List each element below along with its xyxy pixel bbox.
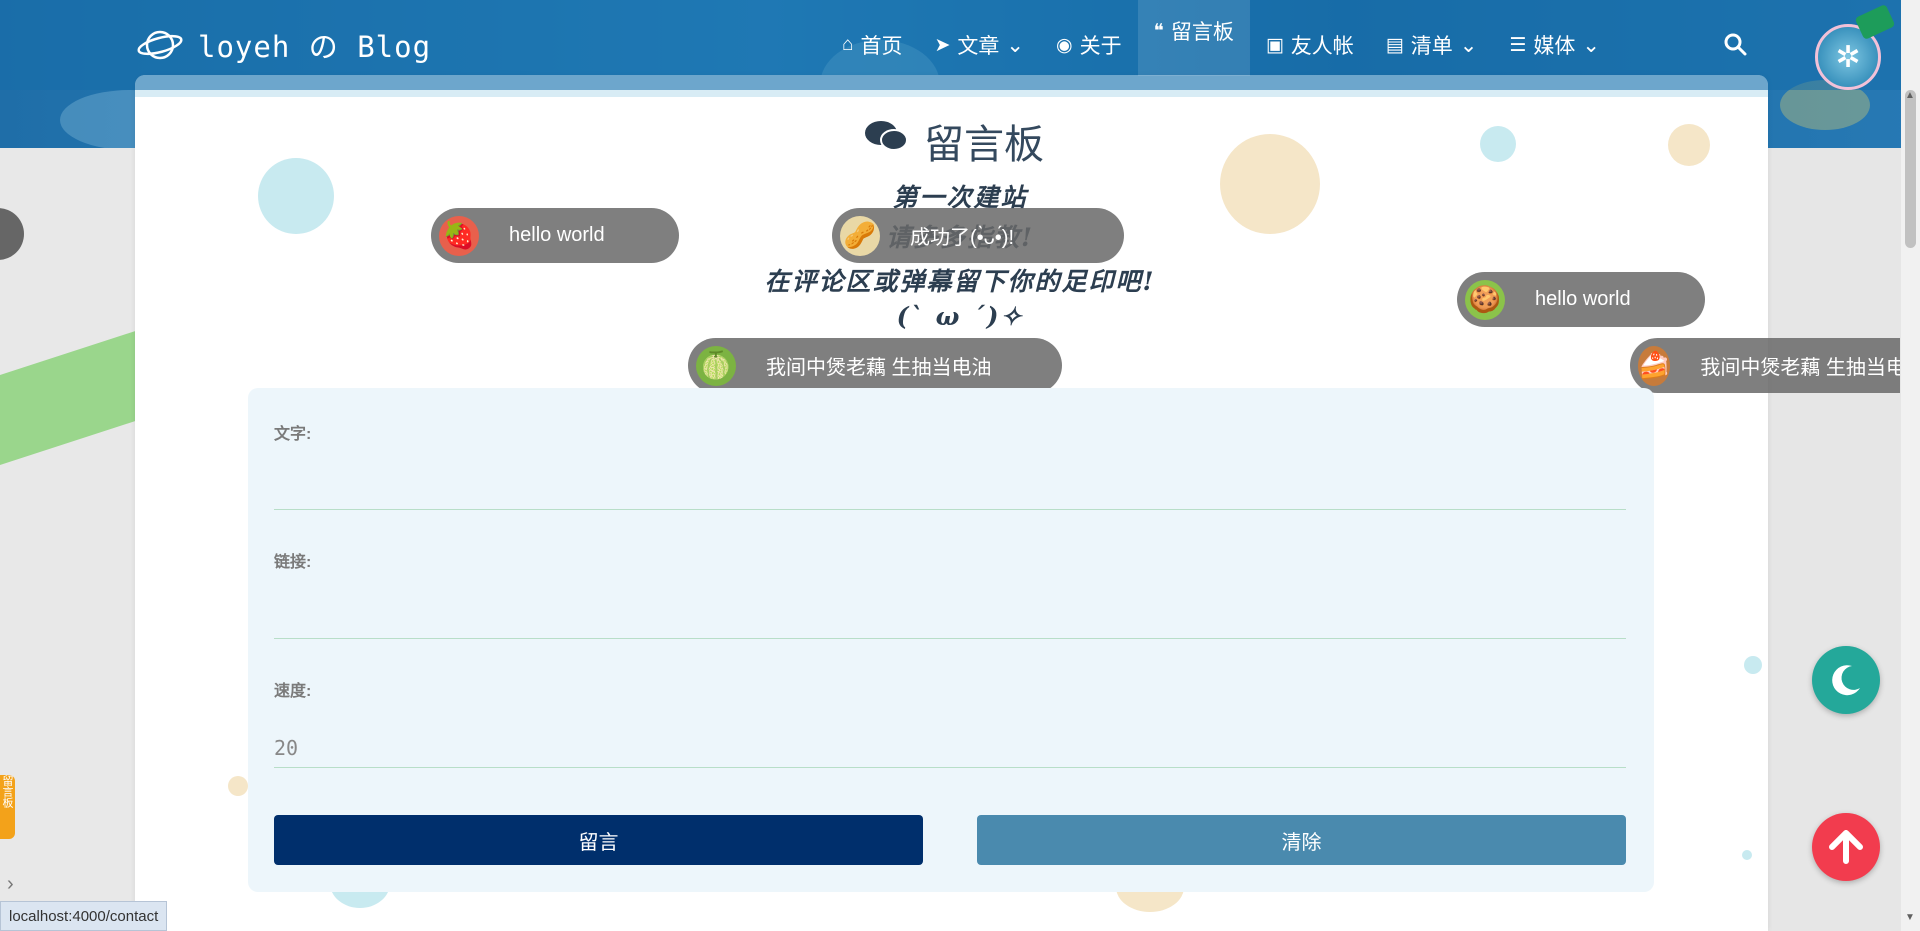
speed-field-label: 速度: [274,683,312,700]
chevron-down-icon: ⌄ [1006,33,1025,57]
submit-button[interactable]: 留言 [274,815,923,865]
page-title: 留言板 [864,112,1044,170]
status-bar-url: localhost:4000/contact [0,901,168,931]
list-icon: ☰ [1509,34,1527,56]
nav-item-media[interactable]: ☰ 媒体 ⌄ [1493,28,1616,62]
flower-decoration [1744,656,1762,674]
moon-icon [1832,665,1860,696]
scrollbar-thumb[interactable] [1905,90,1916,248]
nav-item-label: 首页 [860,35,903,58]
brand-link[interactable]: loyeh の Blog [136,24,431,66]
scroll-up-arrow-icon[interactable]: ▲ [1905,90,1915,101]
text-field-label: 文字: [274,426,312,443]
link-input[interactable] [274,599,1626,639]
macaron-icon: 🍪 [1465,279,1505,320]
nav-item-label: 关于 [1079,35,1122,58]
flower-decoration [1742,850,1752,860]
nav-menu: ⌂ 首页 ➤ 文章 ⌄ ◉ 关于 ❝ 留言板 ▣ 友人帐 ▤ 清单 ⌄ ☰ 媒体… [826,0,1616,76]
search-icon[interactable] [1723,32,1747,63]
user-circle-icon: ◉ [1056,34,1073,56]
id-card-icon: ▤ [1385,34,1404,56]
speed-input[interactable] [274,728,1626,768]
chevron-right-icon[interactable]: › [7,873,14,896]
clear-button[interactable]: 清除 [977,815,1626,865]
nav-item-label: 友人帐 [1290,35,1354,58]
page-title-text: 留言板 [924,123,1044,167]
barrage-item: 🍪 hello world [1457,272,1705,327]
nav-item-guestbook[interactable]: ❝ 留言板 [1137,0,1250,76]
nav-item-articles[interactable]: ➤ 文章 ⌄ [918,28,1040,62]
address-book-icon: ▣ [1265,34,1284,56]
home-icon: ⌂ [842,34,854,55]
brand-name: loyeh の Blog [198,30,432,64]
chevron-down-icon: ⌄ [1582,33,1601,57]
text-input[interactable] [274,470,1626,510]
nav-item-label: 留言板 [1170,21,1234,44]
nav-item-home[interactable]: ⌂ 首页 [826,28,918,62]
barrage-item: 🍈 我间中煲老藕 生抽当电油 [688,338,1062,393]
nav-item-friends[interactable]: ▣ 友人帐 [1250,28,1370,62]
planet-icon [137,30,183,60]
barrage-text: hello world [509,224,605,246]
back-to-top-button[interactable] [1812,813,1880,881]
barrage-text: 我间中煲老藕 生抽当电油 [766,357,992,379]
nav-item-label: 媒体 [1533,35,1576,58]
barrage-item: 🍓 hello world [431,208,679,263]
cake-icon: 🍰 [1638,345,1671,386]
barrage-text: hello world [1535,288,1631,310]
strawberry-icon: 🍓 [439,215,479,256]
flower-decoration [1668,124,1710,166]
arrow-up-icon [1829,830,1863,864]
flower-decoration [228,776,248,796]
barrage-item: 🍰 我间中煲老藕 生抽当电油 [1630,338,1900,393]
barrage-text: 成功了(•̀ᴗ•́)! [910,227,1015,249]
comments-icon [864,119,908,164]
melon-icon: 🍈 [696,345,736,386]
nav-item-about[interactable]: ◉ 关于 [1040,28,1138,62]
chevron-down-icon: ⌄ [1459,33,1478,57]
pistachio-icon: 🥜 [840,215,880,256]
nav-item-label: 清单 [1410,35,1453,58]
barrage-text: 我间中煲老藕 生抽当电油 [1700,357,1900,379]
scroll-down-arrow-icon[interactable]: ▼ [1905,912,1915,923]
dark-mode-button[interactable] [1812,646,1880,714]
paper-plane-icon: ➤ [934,34,951,56]
barrage-item: 🥜 成功了(•̀ᴗ•́)! [832,208,1124,263]
flower-decoration [1480,126,1516,162]
side-widget[interactable]: 留言板 [0,775,15,839]
link-field-label: 链接: [274,554,312,571]
comments-icon: ❝ [1153,20,1164,42]
nav-item-label: 文章 [957,35,1000,58]
nav-item-lists[interactable]: ▤ 清单 ⌄ [1370,28,1494,62]
